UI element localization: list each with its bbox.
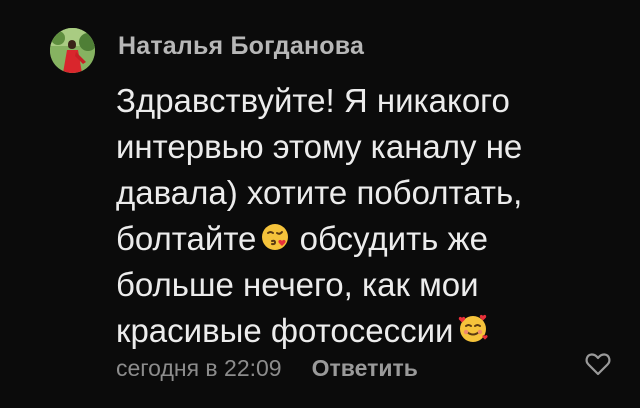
comment-line: Здравствуйте! Я никакого: [116, 82, 510, 119]
comment-line: интервью этому каналу не: [116, 128, 523, 165]
avatar[interactable]: [50, 28, 95, 73]
comment-line: давала) хотите поболтать,: [116, 174, 523, 211]
comment-line: больше нечего, как мои: [116, 266, 479, 303]
comment: Наталья Богданова Здравствуйте! Я никако…: [0, 0, 640, 408]
face-blowing-kiss-icon: [260, 218, 290, 264]
comment-line: болтайте обсудить же: [116, 216, 556, 262]
avatar-photo: [50, 28, 95, 73]
heart-outline-icon[interactable]: [584, 351, 612, 377]
comment-line-part: болтайте: [116, 220, 257, 257]
reply-button[interactable]: Ответить: [312, 355, 418, 382]
timestamp: сегодня в 22:09: [116, 354, 282, 381]
comment-footer: сегодня в 22:09 Ответить: [116, 351, 418, 385]
comment-text: Здравствуйте! Я никакого интервью этому …: [116, 78, 556, 354]
author-name[interactable]: Наталья Богданова: [118, 32, 364, 61]
smiling-face-with-hearts-icon: [457, 310, 489, 356]
comment-line-part: обсудить же: [290, 220, 488, 257]
comment-line: красивые фотосессии: [116, 308, 556, 354]
comment-line-part: красивые фотосессии: [116, 312, 454, 349]
